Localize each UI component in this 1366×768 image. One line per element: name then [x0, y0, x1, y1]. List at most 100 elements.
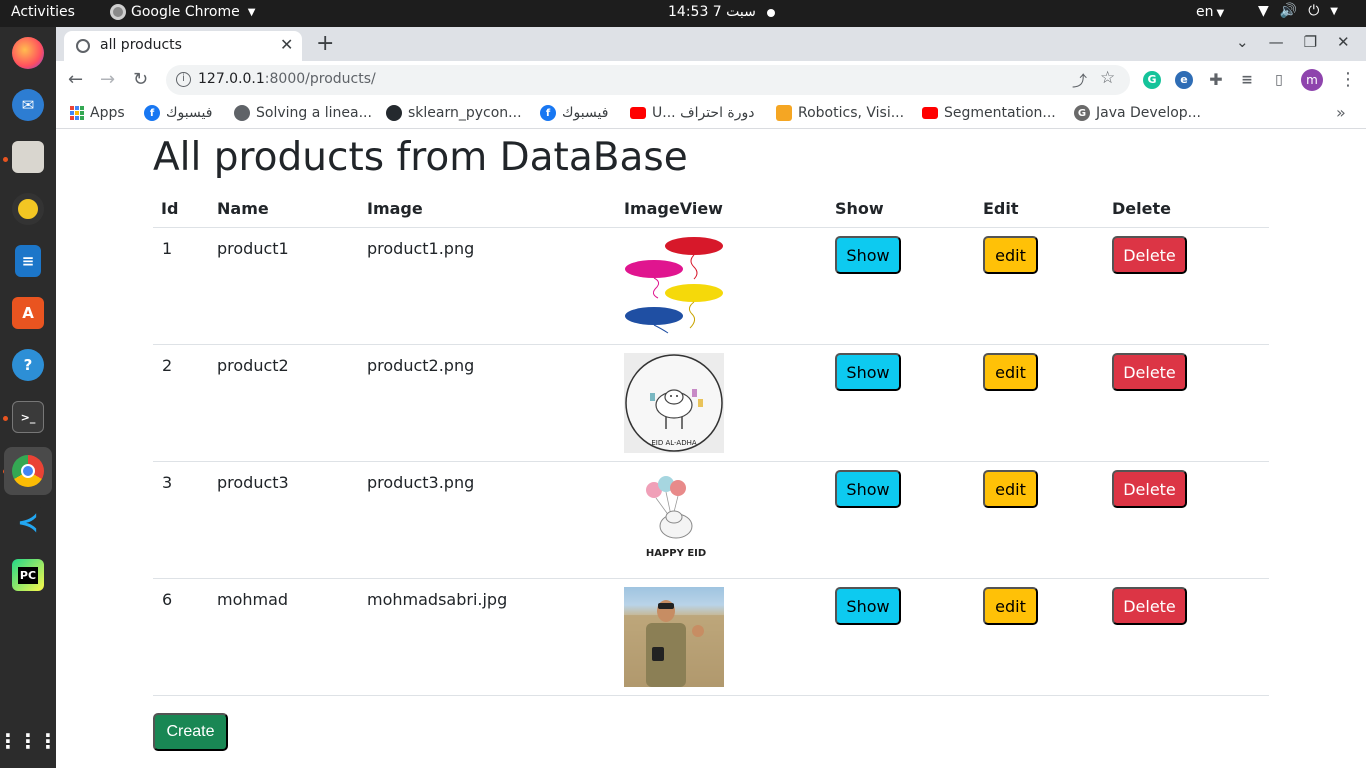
show-apps-icon: ⋮⋮⋮ [0, 729, 58, 753]
products-table: Id Name Image ImageView Show Edit Delete… [153, 192, 1269, 696]
bookmark-course[interactable]: U... دورة احتراف [630, 105, 755, 121]
share-icon[interactable]: ⤴ [1072, 70, 1087, 91]
profile-avatar[interactable]: m [1301, 69, 1323, 91]
help-icon: ? [12, 349, 44, 381]
delete-button[interactable]: Delete [1112, 353, 1187, 391]
activities-button[interactable]: Activities [11, 4, 75, 20]
table-header-row: Id Name Image ImageView Show Edit Delete [153, 192, 1269, 228]
bookmark-apps[interactable]: Apps [70, 105, 125, 121]
writer-icon: ≡ [15, 245, 41, 277]
volume-icon: 🔊 [1279, 3, 1298, 19]
facebook-icon: f [540, 105, 556, 121]
cell-name: product1 [217, 239, 289, 258]
grammarly-icon[interactable]: G [1143, 71, 1161, 89]
delete-button[interactable]: Delete [1112, 236, 1187, 274]
dock-thunderbird[interactable]: ✉ [4, 81, 52, 129]
show-button[interactable]: Show [835, 236, 901, 274]
notification-dot-icon [767, 9, 775, 17]
more-menu-icon[interactable]: ⋮ [1339, 69, 1357, 90]
bookmark-sklearn[interactable]: sklearn_pycon... [386, 105, 522, 121]
chrome-small-icon [110, 4, 126, 20]
bookmark-robotics[interactable]: Robotics, Visi... [776, 105, 904, 121]
delete-button[interactable]: Delete [1112, 587, 1187, 625]
cell-image: product1.png [367, 239, 475, 258]
bookmark-star-icon[interactable]: ☆ [1100, 68, 1115, 88]
delete-button[interactable]: Delete [1112, 470, 1187, 508]
show-button[interactable]: Show [835, 353, 901, 391]
clock[interactable]: 14:53 7 سبت [668, 4, 756, 20]
system-menu[interactable]: ▼ 🔊 ⏻ ▼ [1258, 3, 1338, 19]
header-name: Name [217, 199, 269, 218]
header-image: Image [367, 199, 423, 218]
language-indicator[interactable]: en ▼ [1196, 4, 1224, 20]
happy-eid-image: HAPPY EID [624, 470, 724, 570]
url-host: 127.0.0.1 [198, 71, 265, 87]
puzzle-icon[interactable]: ✚ [1207, 71, 1225, 89]
dock-firefox[interactable] [4, 29, 52, 77]
cell-id: 6 [162, 590, 173, 609]
extension-icon[interactable]: e [1175, 71, 1193, 89]
dock-rhythmbox[interactable] [4, 185, 52, 233]
firefox-icon [12, 37, 44, 69]
close-tab-icon[interactable]: ✕ [280, 35, 293, 54]
dock-vscode[interactable]: ≺ [4, 499, 52, 547]
edit-button[interactable]: edit [983, 236, 1038, 274]
site-info-icon[interactable]: i [176, 72, 191, 87]
media-list-icon[interactable]: ≡ [1238, 71, 1256, 89]
header-id: Id [161, 199, 179, 218]
bookmark-label: sklearn_pycon... [408, 105, 522, 121]
minimize-icon[interactable]: — [1269, 33, 1284, 51]
bookmark-solving[interactable]: Solving a linea... [234, 105, 372, 121]
dock-files[interactable] [4, 133, 52, 181]
back-arrow-icon[interactable]: ← [68, 69, 83, 90]
maximize-icon[interactable]: ❐ [1304, 33, 1317, 51]
chrome-icon [12, 455, 44, 487]
dock-show-apps[interactable]: ⋮⋮⋮ [0, 717, 58, 765]
new-tab-button[interactable]: + [316, 31, 334, 56]
tab-all-products[interactable]: all products ✕ [64, 31, 302, 61]
cell-name: mohmad [217, 590, 289, 609]
edit-button[interactable]: edit [983, 353, 1038, 391]
create-button[interactable]: Create [153, 713, 228, 751]
bookmark-label: فيسبوك [166, 105, 213, 121]
bookmark-java[interactable]: G Java Develop... [1074, 105, 1201, 121]
files-icon [12, 141, 44, 173]
tab-strip: all products ✕ + ⌄ — ❐ ✕ [56, 27, 1366, 61]
dock-pycharm[interactable]: PC [4, 551, 52, 599]
dock-writer[interactable]: ≡ [4, 237, 52, 285]
show-button[interactable]: Show [835, 470, 901, 508]
dock-terminal[interactable]: >_ [4, 393, 52, 441]
bookmark-segmentation[interactable]: Segmentation... [922, 105, 1056, 121]
page-content: All products from DataBase Id Name Image… [56, 130, 1366, 768]
more-bookmarks-icon[interactable]: » [1336, 103, 1346, 122]
dock-software[interactable]: A [4, 289, 52, 337]
close-window-icon[interactable]: ✕ [1337, 33, 1350, 51]
bookmark-facebook-2[interactable]: f فيسبوك [540, 105, 608, 121]
table-row: 2 product2 product2.png EID AL-ADHA Show [153, 345, 1269, 462]
side-panel-icon[interactable]: ▯ [1270, 71, 1288, 89]
url-text[interactable]: 127.0.0.1:8000/products/ [198, 71, 376, 87]
globe-icon [76, 39, 90, 53]
bookmark-label: U... دورة احتراف [652, 105, 755, 121]
bookmark-label: فيسبوك [562, 105, 609, 121]
youtube-icon [630, 107, 646, 119]
reload-icon[interactable]: ↻ [133, 69, 148, 90]
udemy-icon [776, 105, 792, 121]
app-menu[interactable]: Google Chrome ▼ [110, 4, 255, 20]
url-path: :8000/products/ [264, 71, 376, 87]
dock-help[interactable]: ? [4, 341, 52, 389]
thunderbird-icon: ✉ [12, 89, 44, 121]
cell-image: mohmadsabri.jpg [367, 590, 508, 609]
edit-button[interactable]: edit [983, 587, 1038, 625]
chevron-down-icon[interactable]: ⌄ [1236, 33, 1249, 51]
edit-button[interactable]: edit [983, 470, 1038, 508]
bookmark-label: Robotics, Visi... [798, 105, 905, 121]
system-top-bar: Activities Google Chrome ▼ 14:53 7 سبت e… [0, 0, 1366, 27]
github-icon [386, 105, 402, 121]
address-bar[interactable]: i 127.0.0.1:8000/products/ ⤴ ☆ [166, 65, 1130, 95]
forward-arrow-icon[interactable]: → [100, 69, 115, 90]
dock-chrome[interactable] [4, 447, 52, 495]
show-button[interactable]: Show [835, 587, 901, 625]
facebook-icon: f [144, 105, 160, 121]
bookmark-facebook-1[interactable]: f فيسبوك [144, 105, 212, 121]
